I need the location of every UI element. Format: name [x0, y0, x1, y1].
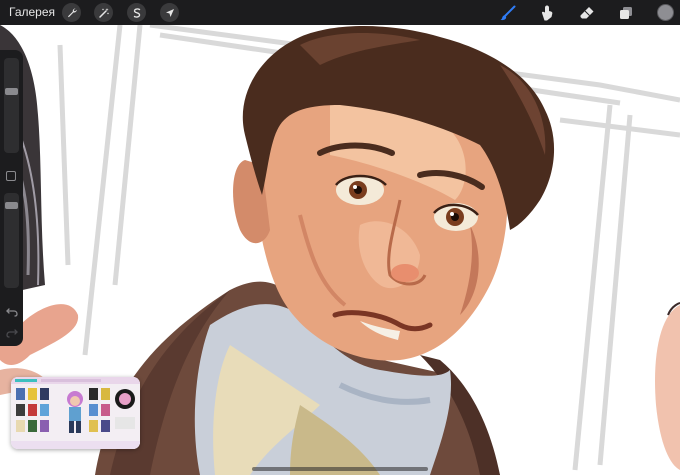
procreate-app: Галерея: [0, 0, 680, 475]
magic-wand-icon: [98, 7, 109, 18]
smudge-finger-icon: [541, 5, 553, 20]
undo-arrow-icon: [5, 308, 18, 317]
right-face: [655, 305, 680, 470]
gallery-button[interactable]: Галерея: [9, 4, 55, 21]
adjustments-button[interactable]: [94, 3, 113, 22]
opacity-slider[interactable]: [4, 193, 19, 288]
transform-button[interactable]: [160, 3, 179, 22]
brush-size-slider[interactable]: [4, 58, 19, 153]
redo-button[interactable]: [4, 326, 19, 340]
wrench-icon: [67, 7, 77, 17]
brush-tool-button[interactable]: [498, 3, 518, 22]
brush-icon: [500, 5, 516, 20]
arrow-cursor-icon: [165, 8, 174, 17]
brush-size-thumb[interactable]: [5, 88, 18, 95]
eraser-tool-button[interactable]: [577, 3, 597, 22]
selection-s-icon: [133, 7, 140, 18]
layers-icon: [620, 6, 632, 19]
top-toolbar: Галерея: [0, 0, 680, 25]
left-sidebar: [0, 50, 23, 346]
modify-button[interactable]: [6, 171, 16, 181]
eraser-icon: [580, 6, 594, 18]
selection-button[interactable]: [127, 3, 146, 22]
actions-button[interactable]: [62, 3, 81, 22]
layers-button[interactable]: [616, 3, 636, 22]
home-indicator: [252, 467, 428, 471]
color-picker-button[interactable]: [657, 4, 674, 21]
picture-in-picture-video[interactable]: [11, 377, 140, 449]
pip-video-frame: [11, 377, 140, 449]
opacity-thumb[interactable]: [5, 202, 18, 209]
redo-arrow-icon: [5, 329, 18, 338]
undo-button[interactable]: [4, 305, 19, 319]
smudge-tool-button[interactable]: [537, 3, 557, 22]
